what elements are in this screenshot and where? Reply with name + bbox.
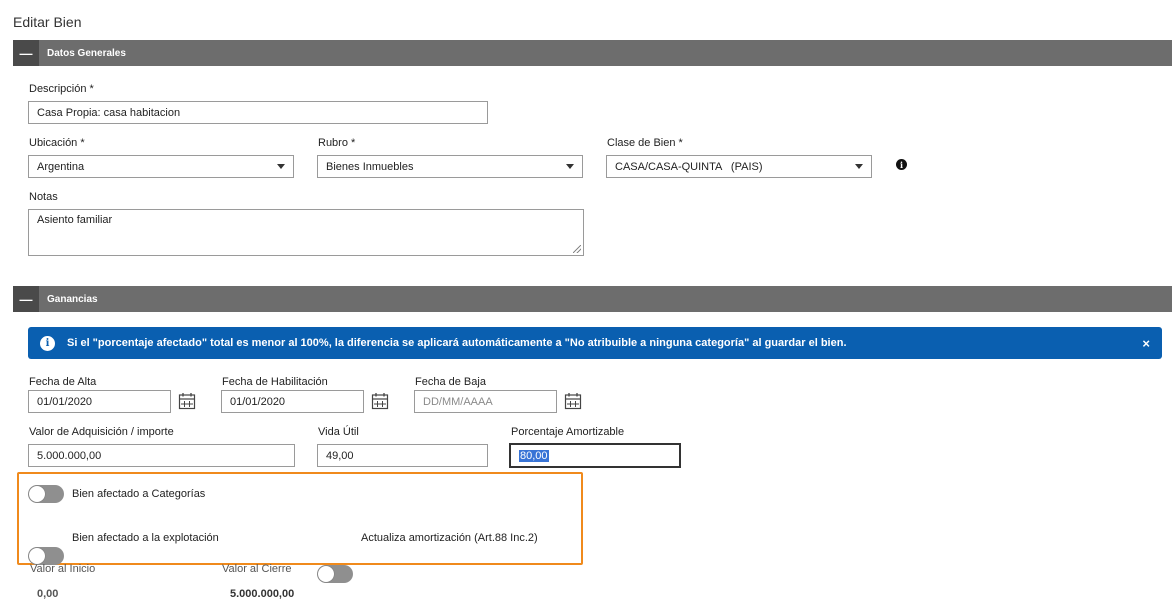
clase-label: Clase de Bien * (607, 137, 683, 149)
resize-handle-icon[interactable] (573, 245, 581, 253)
valor-cierre-value: 5.000.000,00 (230, 588, 295, 600)
ubicacion-value: Argentina (37, 160, 85, 173)
actualiza-amortizacion-label: Actualiza amortización (Art.88 Inc.2) (361, 532, 538, 544)
valor-adquisicion-input[interactable]: 5.000.000,00 (28, 444, 295, 467)
close-icon[interactable]: × (1142, 336, 1150, 351)
clase-value: CASA/CASA-QUINTA (PAIS) (615, 160, 763, 173)
calendar-icon[interactable] (564, 392, 582, 410)
fecha-baja-input[interactable]: DD/MM/AAAA (414, 390, 557, 413)
section-title: Ganancias (47, 293, 98, 305)
descripcion-input[interactable]: Casa Propia: casa habitacion (28, 101, 488, 124)
porcentaje-amortizable-value: 80,00 (519, 449, 549, 462)
rubro-value: Bienes Inmuebles (326, 160, 414, 173)
collapse-icon[interactable]: — (13, 286, 39, 312)
descripcion-value: Casa Propia: casa habitacion (37, 106, 181, 119)
page-title: Editar Bien (13, 14, 82, 30)
notas-value: Asiento familiar (37, 214, 113, 226)
valor-adquisicion-label: Valor de Adquisición / importe (29, 426, 174, 438)
chevron-down-icon (277, 164, 285, 169)
alert-text: Si el "porcentaje afectado" total es men… (67, 337, 847, 349)
valor-cierre-label: Valor al Cierre (222, 563, 292, 575)
vida-util-value: 49,00 (326, 449, 354, 462)
ubicacion-label: Ubicación * (29, 137, 85, 149)
notas-label: Notas (29, 191, 58, 203)
valor-inicio-value: 0,00 (37, 588, 59, 600)
section-ganancias[interactable]: — Ganancias (13, 286, 1172, 312)
section-datos-generales[interactable]: — Datos Generales (13, 40, 1172, 66)
bien-afectado-explotacion-label: Bien afectado a la explotación (72, 532, 219, 544)
collapse-icon[interactable]: — (13, 40, 39, 66)
info-circle-icon: i (40, 335, 55, 351)
calendar-icon[interactable] (178, 392, 196, 410)
valor-adquisicion-value: 5.000.000,00 (37, 449, 102, 462)
notas-textarea[interactable]: Asiento familiar (28, 209, 584, 256)
rubro-label: Rubro * (318, 137, 356, 149)
fecha-alta-label: Fecha de Alta (29, 376, 97, 388)
porcentaje-amortizable-input[interactable]: 80,00 (509, 443, 681, 468)
descripcion-label: Descripción * (29, 83, 94, 95)
clase-select[interactable]: CASA/CASA-QUINTA (PAIS) (606, 155, 872, 178)
rubro-select[interactable]: Bienes Inmuebles (317, 155, 583, 178)
actualiza-amortizacion-toggle[interactable] (317, 565, 353, 583)
fecha-baja-label: Fecha de Baja (415, 376, 486, 388)
bien-afectado-categorias-toggle[interactable] (28, 485, 64, 503)
chevron-down-icon (566, 164, 574, 169)
info-alert: i Si el "porcentaje afectado" total es m… (28, 327, 1162, 359)
fecha-habilitacion-value: 01/01/2020 (230, 395, 286, 408)
info-icon[interactable]: i (896, 159, 907, 170)
vida-util-input[interactable]: 49,00 (317, 444, 488, 467)
ubicacion-select[interactable]: Argentina (28, 155, 294, 178)
valor-inicio-label: Valor al Inicio (30, 563, 96, 575)
fecha-baja-placeholder: DD/MM/AAAA (423, 395, 493, 408)
bien-afectado-categorias-label: Bien afectado a Categorías (72, 488, 206, 500)
chevron-down-icon (855, 164, 863, 169)
section-title: Datos Generales (47, 47, 126, 59)
porcentaje-amortizable-label: Porcentaje Amortizable (511, 426, 625, 438)
fecha-alta-value: 01/01/2020 (37, 395, 93, 408)
vida-util-label: Vida Útil (318, 426, 359, 438)
calendar-icon[interactable] (371, 392, 389, 410)
fecha-habilitacion-input[interactable]: 01/01/2020 (221, 390, 364, 413)
fecha-alta-input[interactable]: 01/01/2020 (28, 390, 171, 413)
highlight-box (17, 472, 583, 565)
fecha-habilitacion-label: Fecha de Habilitación (222, 376, 328, 388)
